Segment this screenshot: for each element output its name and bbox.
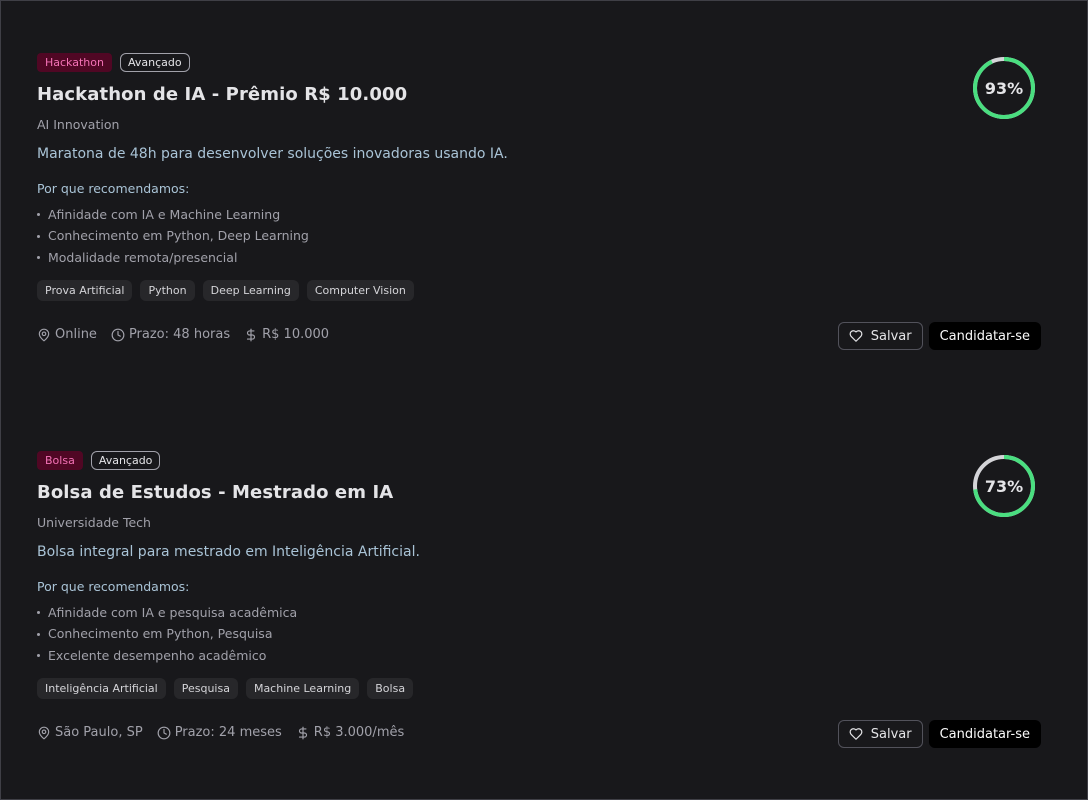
heart-icon <box>849 728 863 740</box>
value-text: R$ 10.000 <box>262 327 330 342</box>
why-recommended-heading: Por que recomendamos: <box>37 181 190 196</box>
apply-button[interactable]: Candidatar-se <box>928 322 1041 350</box>
badges: Hackathon Avançado <box>37 53 190 72</box>
card-actions: Salvar Candidatar-se <box>837 322 1041 350</box>
level-badge: Avançado <box>119 53 190 72</box>
card-title: Bolsa de Estudos - Mestrado em IA <box>37 482 394 503</box>
card-description: Bolsa integral para mestrado em Inteligê… <box>37 544 420 560</box>
value-text: R$ 3.000/mês <box>313 725 405 740</box>
reason-text: Afinidade com IA e Machine Learning <box>48 206 281 222</box>
why-recommended-heading: Por que recomendamos: <box>37 579 190 594</box>
bullet-icon <box>37 234 40 238</box>
reason-item: Conhecimento em Python, Deep Learning <box>37 226 309 248</box>
dollar-icon <box>298 726 307 739</box>
save-button[interactable]: Salvar <box>837 720 923 748</box>
skill-tag: Machine Learning <box>245 678 360 699</box>
deadline-text: Prazo: 24 meses <box>174 725 282 740</box>
reason-item: Afinidade com IA e pesquisa acadêmica <box>37 602 297 624</box>
bullet-icon <box>37 632 40 636</box>
match-score-ring: 93% <box>971 55 1037 121</box>
card-description: Maratona de 48h para desenvolver soluçõe… <box>37 146 508 162</box>
location-info: Online <box>37 327 97 342</box>
skill-tag: Bolsa <box>367 678 414 699</box>
card-meta: Online Prazo: 48 horas R$ 10.000 <box>37 327 329 342</box>
reason-item: Excelente desempenho acadêmico <box>37 645 297 667</box>
apply-button[interactable]: Candidatar-se <box>928 720 1041 748</box>
map-pin-icon <box>38 726 50 739</box>
dollar-icon <box>247 328 256 341</box>
type-badge: Hackathon <box>37 53 112 72</box>
skill-tag: Inteligência Artificial <box>37 678 166 699</box>
reason-item: Afinidade com IA e Machine Learning <box>37 204 309 226</box>
clock-icon <box>157 726 171 739</box>
reason-item: Conhecimento em Python, Pesquisa <box>37 624 297 646</box>
type-badge: Bolsa <box>37 451 83 470</box>
skill-tag: Deep Learning <box>202 280 299 301</box>
card-actions: Salvar Candidatar-se <box>837 720 1041 748</box>
match-percent: 93% <box>984 78 1024 98</box>
match-percent: 73% <box>984 476 1024 496</box>
deadline-info: Prazo: 48 horas <box>111 327 230 342</box>
card-meta: São Paulo, SP Prazo: 24 meses R$ 3.000/m… <box>37 725 404 740</box>
badges: Bolsa Avançado <box>37 451 161 470</box>
skill-tags: Prova Artificial Python Deep Learning Co… <box>37 280 414 301</box>
skill-tag: Computer Vision <box>306 280 414 301</box>
reason-text: Modalidade remota/presencial <box>48 249 238 265</box>
save-button[interactable]: Salvar <box>837 322 923 350</box>
card-title: Hackathon de IA - Prêmio R$ 10.000 <box>37 84 408 105</box>
reasons-list: Afinidade com IA e Machine Learning Conh… <box>37 204 309 269</box>
skill-tag: Prova Artificial <box>37 280 133 301</box>
deadline-info: Prazo: 24 meses <box>157 725 282 740</box>
bullet-icon <box>37 213 40 217</box>
skill-tags: Inteligência Artificial Pesquisa Machine… <box>37 678 414 699</box>
save-label: Salvar <box>870 726 912 742</box>
organization-name: AI Innovation <box>37 117 120 132</box>
bullet-icon <box>37 654 40 658</box>
skill-tag: Python <box>140 280 195 301</box>
value-info: R$ 10.000 <box>244 327 329 342</box>
opportunity-card: Bolsa Avançado Bolsa de Estudos - Mestra… <box>1 399 1087 797</box>
bullet-icon <box>37 611 40 615</box>
reasons-list: Afinidade com IA e pesquisa acadêmica Co… <box>37 602 297 667</box>
save-label: Salvar <box>870 328 912 344</box>
map-pin-icon <box>38 328 50 341</box>
match-score-ring: 73% <box>971 453 1037 519</box>
clock-icon <box>111 328 125 341</box>
reason-text: Afinidade com IA e pesquisa acadêmica <box>48 604 298 620</box>
bullet-icon <box>37 256 40 260</box>
deadline-text: Prazo: 48 horas <box>128 327 231 342</box>
reason-text: Excelente desempenho acadêmico <box>48 647 267 663</box>
reason-text: Conhecimento em Python, Pesquisa <box>48 626 273 642</box>
skill-tag: Pesquisa <box>173 678 238 699</box>
reason-item: Modalidade remota/presencial <box>37 247 309 269</box>
opportunity-card: Hackathon Avançado Hackathon de IA - Prê… <box>1 1 1087 399</box>
location-text: São Paulo, SP <box>55 725 143 740</box>
value-info: R$ 3.000/mês <box>296 725 404 740</box>
level-badge: Avançado <box>90 451 161 470</box>
reason-text: Conhecimento em Python, Deep Learning <box>48 228 309 244</box>
location-text: Online <box>55 327 97 342</box>
location-info: São Paulo, SP <box>37 725 143 740</box>
heart-icon <box>849 330 863 342</box>
organization-name: Universidade Tech <box>37 515 151 530</box>
